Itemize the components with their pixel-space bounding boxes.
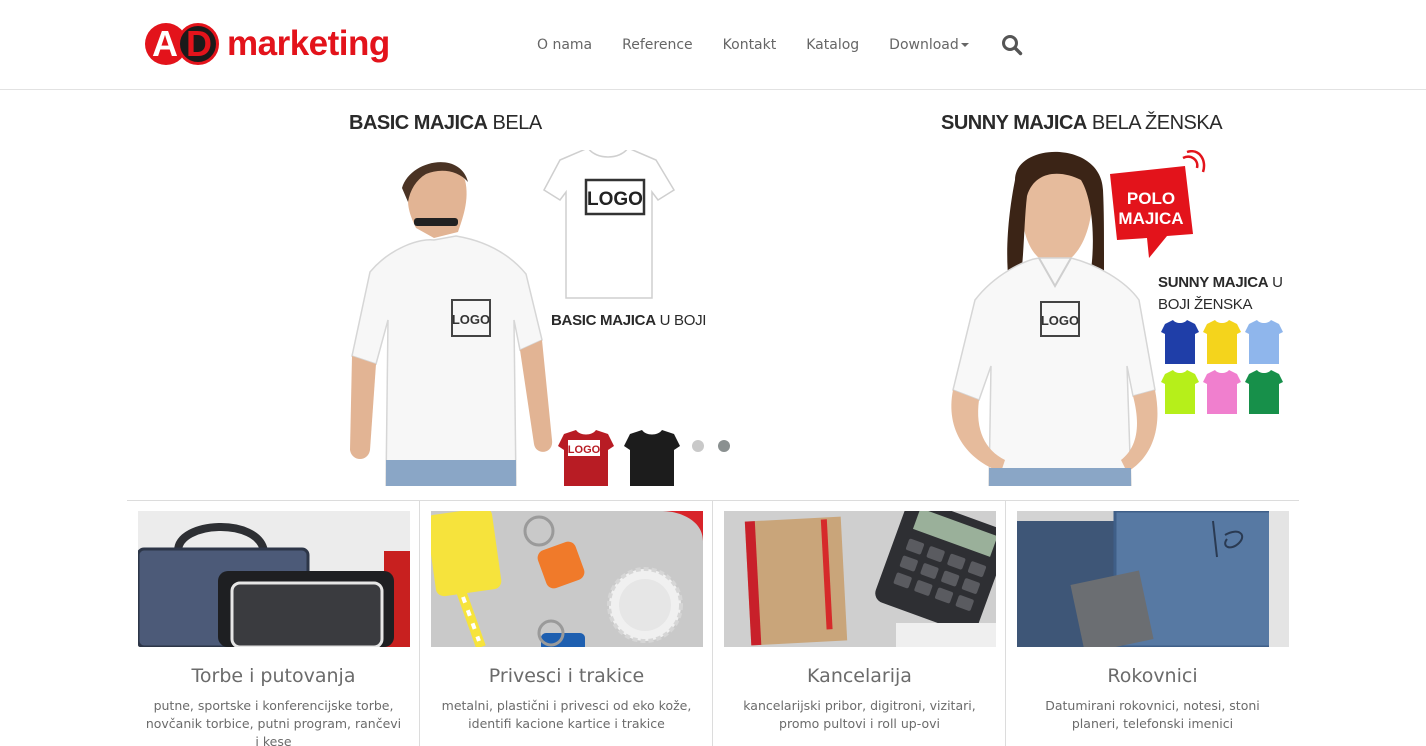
brand-logo[interactable]: A D marketing <box>145 22 415 66</box>
category-grid: Torbe i putovanja putne, sportske i konf… <box>127 500 1299 746</box>
badge-line2: MAJICA <box>1118 209 1183 228</box>
logo-mark-icon: A D <box>145 22 223 66</box>
category-description: kancelarijski pribor, digitroni, vizitar… <box>743 698 976 731</box>
badge-line1: POLO <box>1127 189 1175 208</box>
category-description: Datumirani rokovnici, notesi, stoni plan… <box>1045 698 1260 731</box>
slide-subtitle: SUNNY MAJICA U BOJI ŽENSKA <box>1158 274 1283 313</box>
nav-item-kontakt[interactable]: Kontakt <box>708 30 792 60</box>
category-title[interactable]: Privesci i trakice <box>420 665 713 687</box>
logo-label: LOGO <box>452 312 490 327</box>
office-image[interactable] <box>724 511 996 647</box>
logo-text: marketing <box>227 24 390 63</box>
category-title[interactable]: Torbe i putovanja <box>127 665 420 687</box>
nav-item-download[interactable]: Download <box>874 30 984 60</box>
keychain-image[interactable] <box>431 511 703 647</box>
woman-polo-image: LOGO POLO MAJICA <box>951 150 1283 486</box>
bag-image[interactable] <box>138 511 410 647</box>
logo-label: LOGO <box>1041 313 1079 328</box>
category-card-rokovnici: Rokovnici Datumirani rokovnici, notesi, … <box>1006 501 1299 746</box>
category-description: putne, sportske i konferencijske torbe, … <box>145 698 402 746</box>
search-icon[interactable] <box>1000 33 1024 57</box>
category-card-privesci: Privesci i trakice metalni, plastični i … <box>420 501 713 746</box>
site-header: A D marketing O nama Reference Kontakt K… <box>0 0 1426 90</box>
nav-item-reference[interactable]: Reference <box>607 30 708 60</box>
nav-item-katalog[interactable]: Katalog <box>791 30 874 60</box>
category-title[interactable]: Kancelarija <box>713 665 1006 687</box>
category-description: metalni, plastični i privesci od eko kož… <box>441 698 692 731</box>
slider-dot-1[interactable] <box>692 440 704 452</box>
logo-label: LOGO <box>568 444 601 456</box>
slide-title: BASIC MAJICA BELA <box>349 112 542 134</box>
nav-item-o-nama[interactable]: O nama <box>522 30 607 60</box>
hero-slider: BASIC MAJICA BELA LOGO LOGO LOGO BASIC M… <box>0 90 1426 486</box>
category-card-kancelarija: Kancelarija kancelarijski pribor, digitr… <box>713 501 1006 746</box>
category-title[interactable]: Rokovnici <box>1006 665 1299 687</box>
slide-subtitle: BASIC MAJICA U BOJI <box>551 312 707 329</box>
logo-label: LOGO <box>587 189 643 210</box>
nav-item-download-label: Download <box>889 37 959 53</box>
chevron-down-icon <box>960 43 969 47</box>
main-nav: O nama Reference Kontakt Katalog Downloa… <box>522 30 984 60</box>
category-card-torbe: Torbe i putovanja putne, sportske i konf… <box>127 501 420 746</box>
slide-title: SUNNY MAJICA BELA ŽENSKA <box>941 112 1223 134</box>
slider-dot-2[interactable] <box>718 440 730 452</box>
slider-pagination <box>692 440 730 452</box>
notebook-image[interactable] <box>1017 511 1289 647</box>
